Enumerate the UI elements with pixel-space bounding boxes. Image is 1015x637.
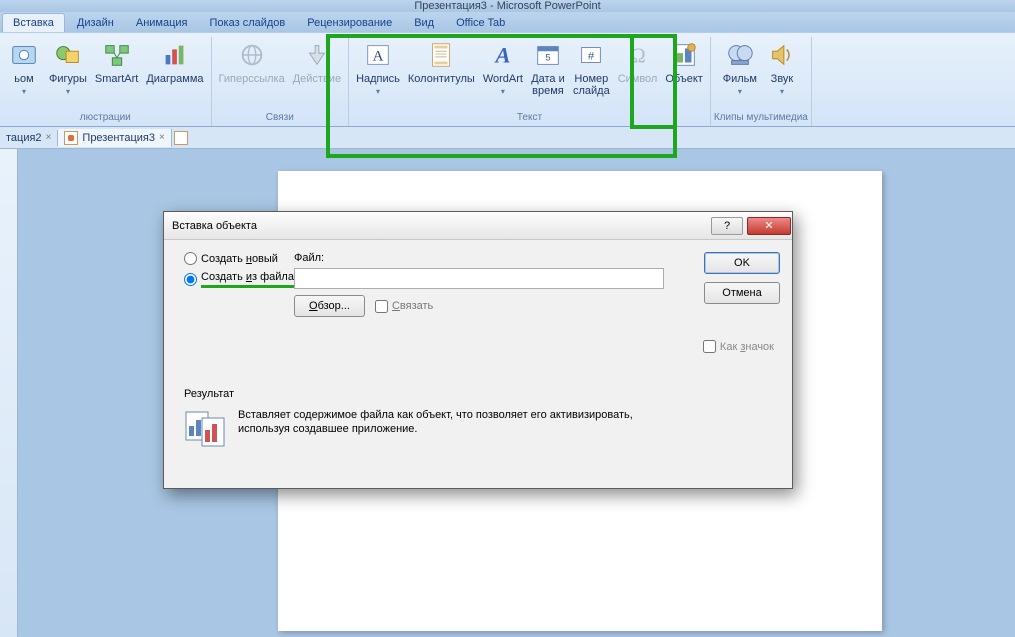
dialog-titlebar[interactable]: Вставка объекта ? ✕ bbox=[164, 212, 792, 240]
radio-create-from-file-label: Создать из файла bbox=[201, 271, 294, 288]
group-links: Гиперссылка Действие Связи bbox=[212, 37, 350, 126]
result-text: Вставляет содержимое файла как объект, ч… bbox=[238, 408, 678, 436]
file-area: Файл: Обзор... Связать bbox=[294, 252, 664, 317]
file-label: Файл: bbox=[294, 252, 664, 264]
doctab-presentation3[interactable]: Презентация3 × bbox=[58, 129, 171, 147]
tab-design[interactable]: Дизайн bbox=[67, 14, 124, 32]
action-icon bbox=[301, 39, 333, 71]
group-title-text: Текст bbox=[517, 112, 542, 126]
tab-animation[interactable]: Анимация bbox=[126, 14, 198, 32]
tab-officetab[interactable]: Office Tab bbox=[446, 14, 515, 32]
chart-icon bbox=[159, 39, 191, 71]
photo-album-icon bbox=[8, 39, 40, 71]
btn-headerfooter[interactable]: Колонтитулы bbox=[404, 37, 479, 112]
btn-hyperlink[interactable]: Гиперссылка bbox=[215, 37, 289, 112]
group-title-links: Связи bbox=[266, 112, 294, 126]
btn-shapes[interactable]: Фигуры ▾ bbox=[45, 37, 91, 112]
dialog-title: Вставка объекта bbox=[172, 220, 711, 232]
result-icon bbox=[184, 408, 228, 448]
svg-text:Ω: Ω bbox=[630, 46, 645, 68]
close-button[interactable]: ✕ bbox=[747, 217, 791, 235]
btn-sound[interactable]: Звук ▾ bbox=[761, 37, 803, 112]
tab-insert[interactable]: Вставка bbox=[2, 13, 65, 32]
chevron-down-icon: ▾ bbox=[501, 86, 505, 98]
title-bar: Презентация3 - Microsoft PowerPoint bbox=[0, 0, 1015, 12]
btn-symbol[interactable]: Ω Символ bbox=[614, 37, 662, 112]
group-illustrations: ьом ▾ Фигуры ▾ SmartArt Диаграм bbox=[0, 37, 212, 126]
chevron-down-icon: ▾ bbox=[376, 86, 380, 98]
dialog-body: Создать новый Создать из файла Файл: Обз… bbox=[164, 240, 792, 488]
btn-wordart[interactable]: A WordArt ▾ bbox=[479, 37, 527, 112]
link-checkbox[interactable]: Связать bbox=[375, 300, 433, 313]
textbox-icon: A bbox=[362, 39, 394, 71]
datetime-icon: 5 bbox=[532, 39, 564, 71]
wordart-icon: A bbox=[487, 39, 519, 71]
chevron-down-icon: ▾ bbox=[738, 86, 742, 98]
powerpoint-file-icon bbox=[64, 131, 78, 145]
group-title-media: Клипы мультимедиа bbox=[714, 112, 808, 126]
slidenumber-icon: # bbox=[575, 39, 607, 71]
as-icon-checkbox[interactable]: Как значок bbox=[703, 340, 774, 353]
browse-button[interactable]: Обзор... bbox=[294, 295, 365, 317]
help-button[interactable]: ? bbox=[711, 217, 743, 235]
btn-datetime[interactable]: 5 Дата и время bbox=[527, 37, 569, 112]
file-path-input[interactable] bbox=[294, 268, 664, 289]
tab-review[interactable]: Рецензирование bbox=[297, 14, 402, 32]
svg-text:#: # bbox=[588, 51, 595, 63]
sound-icon bbox=[766, 39, 798, 71]
new-document-icon bbox=[174, 131, 188, 145]
ribbon-tabs: Вставка Дизайн Анимация Показ слайдов Ре… bbox=[0, 12, 1015, 32]
doctab-new[interactable] bbox=[172, 131, 190, 145]
btn-movie[interactable]: Фильм ▾ bbox=[719, 37, 761, 112]
radio-create-new-label: Создать новый bbox=[201, 253, 278, 265]
svg-text:A: A bbox=[373, 49, 384, 65]
link-checkbox-input[interactable] bbox=[375, 300, 388, 313]
svg-text:A: A bbox=[493, 43, 510, 68]
btn-smartart[interactable]: SmartArt bbox=[91, 37, 142, 112]
tab-slideshow[interactable]: Показ слайдов bbox=[200, 14, 296, 32]
insert-object-dialog: Вставка объекта ? ✕ Создать новый Создат… bbox=[163, 211, 793, 489]
ribbon: ьом ▾ Фигуры ▾ SmartArt Диаграм bbox=[0, 32, 1015, 127]
document-tabs: тация2 × Презентация3 × bbox=[0, 127, 1015, 149]
btn-object[interactable]: Объект bbox=[661, 37, 706, 112]
ok-button[interactable]: OK bbox=[704, 252, 780, 274]
close-icon[interactable]: × bbox=[159, 132, 165, 143]
radio-create-new-input[interactable] bbox=[184, 252, 197, 265]
hyperlink-icon bbox=[236, 39, 268, 71]
movie-icon bbox=[724, 39, 756, 71]
close-icon[interactable]: × bbox=[46, 132, 52, 143]
link-checkbox-label: Связать bbox=[392, 300, 433, 312]
group-text: A Надпись ▾ Колонтитулы A WordArt ▾ bbox=[349, 37, 711, 126]
group-media: Фильм ▾ Звук ▾ Клипы мультимедиа bbox=[711, 37, 812, 126]
headerfooter-icon bbox=[425, 39, 457, 71]
app-title: Презентация3 - Microsoft PowerPoint bbox=[414, 0, 600, 12]
btn-textbox[interactable]: A Надпись ▾ bbox=[352, 37, 404, 112]
result-label: Результат bbox=[184, 388, 774, 400]
svg-text:5: 5 bbox=[545, 53, 550, 63]
result-section: Результат Вставляет содержимое файла как… bbox=[184, 388, 774, 448]
dialog-buttons: OK Отмена bbox=[704, 252, 780, 304]
slide-thumbnails-pane[interactable] bbox=[0, 149, 18, 637]
cancel-button[interactable]: Отмена bbox=[704, 282, 780, 304]
doctab-presentation2[interactable]: тация2 × bbox=[0, 130, 58, 146]
radio-create-from-file-input[interactable] bbox=[184, 273, 197, 286]
shapes-icon bbox=[52, 39, 84, 71]
btn-action[interactable]: Действие bbox=[289, 37, 345, 112]
chevron-down-icon: ▾ bbox=[66, 86, 70, 98]
btn-photo-album[interactable]: ьом ▾ bbox=[3, 37, 45, 112]
chevron-down-icon: ▾ bbox=[780, 86, 784, 98]
as-icon-checkbox-label: Как значок bbox=[720, 341, 774, 353]
object-icon bbox=[668, 39, 700, 71]
as-icon-checkbox-input[interactable] bbox=[703, 340, 716, 353]
btn-slidenumber[interactable]: # Номер слайда bbox=[569, 37, 614, 112]
tab-view[interactable]: Вид bbox=[404, 14, 444, 32]
smartart-icon bbox=[101, 39, 133, 71]
chevron-down-icon: ▾ bbox=[22, 86, 26, 98]
group-title-illustrations: люстрации bbox=[80, 112, 131, 126]
btn-chart[interactable]: Диаграмма bbox=[142, 37, 207, 112]
symbol-icon: Ω bbox=[622, 39, 654, 71]
